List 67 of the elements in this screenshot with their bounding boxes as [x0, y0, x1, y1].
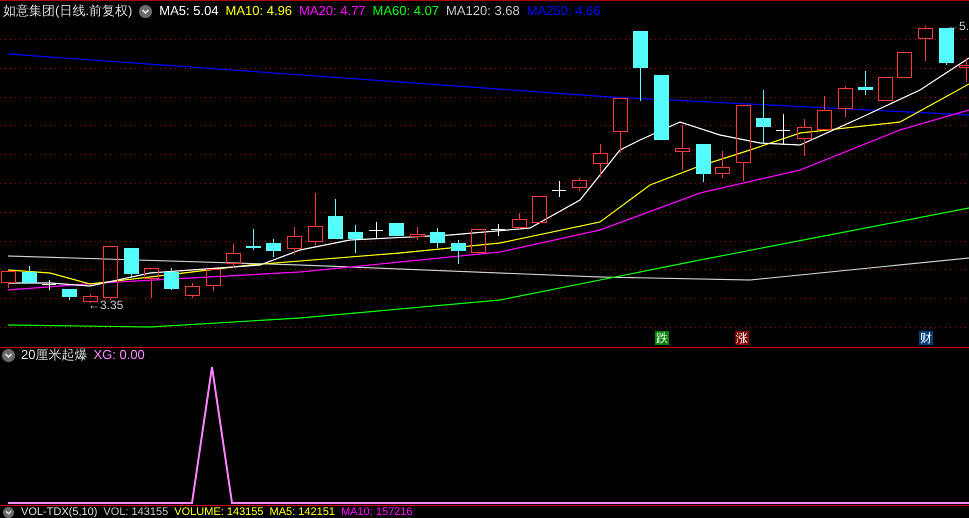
candlestick — [897, 52, 912, 78]
indicator-value: MA120: 3.68 — [446, 2, 520, 20]
candlestick — [878, 77, 893, 101]
candlestick — [490, 224, 506, 236]
candlestick — [328, 198, 343, 239]
candlestick — [451, 240, 466, 264]
candlestick — [430, 228, 445, 248]
candlestick — [266, 238, 281, 258]
dropdown-icon[interactable] — [139, 4, 152, 18]
candlestick — [368, 222, 384, 238]
dropdown-icon[interactable] — [2, 506, 15, 518]
candlestick — [389, 223, 404, 236]
candlestick — [532, 196, 547, 224]
candlestick — [287, 226, 302, 254]
candlestick — [696, 144, 711, 182]
signal-marker: 跌 — [655, 331, 669, 345]
indicator-value: MA5: 5.04 — [159, 2, 219, 20]
candlestick — [797, 118, 812, 156]
candlestick — [164, 268, 179, 290]
indicator-value: VOL: 143155 — [103, 506, 168, 518]
candlestick — [410, 226, 425, 240]
candlestick — [1, 271, 16, 288]
signal-marker: 财 — [919, 331, 933, 345]
candlestick — [593, 144, 608, 178]
candlestick — [776, 114, 790, 146]
candlestick — [103, 246, 118, 300]
low-price-label: ←3.35 — [88, 298, 124, 312]
candlestick — [144, 268, 159, 298]
indicator-value: MA250: 4.66 — [526, 2, 600, 20]
candlestick — [42, 280, 56, 290]
candlestick — [633, 31, 648, 102]
candlestick — [858, 70, 873, 96]
candlestick — [308, 192, 323, 246]
indicator-value: VOLUME: 143155 — [174, 506, 264, 518]
candlestick — [838, 86, 853, 118]
indicator-value: MA10: 157216 — [340, 506, 413, 518]
candlestick — [348, 224, 363, 254]
candlestick — [654, 75, 669, 140]
indicator-value: MA60: 4.07 — [372, 2, 440, 20]
candlestick — [675, 124, 690, 170]
candlestick — [22, 266, 37, 283]
candlestick — [124, 248, 139, 278]
indicator-value: XG: 0.00 — [93, 347, 145, 363]
candlestick — [918, 26, 933, 62]
high-price-label: ←5. — [946, 19, 969, 33]
candlestick — [756, 90, 771, 144]
candlestick — [959, 58, 969, 82]
candlestick — [471, 229, 486, 254]
candlestick — [552, 180, 566, 198]
candlestick — [246, 228, 261, 250]
dropdown-icon[interactable] — [2, 348, 15, 362]
candlestick — [226, 244, 241, 268]
candlestick — [817, 96, 832, 130]
indicator-name: VOL-TDX(5,10) — [21, 506, 98, 518]
candlestick — [185, 282, 200, 298]
indicator-value: MA10: 4.96 — [226, 2, 292, 20]
candlestick — [512, 212, 527, 230]
indicator-value: MA5: 142151 — [270, 506, 335, 518]
candlestick — [62, 289, 77, 300]
candlestick — [613, 98, 628, 154]
indicator-name: 20厘米起爆 — [21, 347, 88, 363]
chart-title: 如意集团(日线.前复权) — [3, 2, 132, 20]
candlestick — [715, 150, 730, 178]
indicator-value: MA20: 4.77 — [299, 2, 366, 20]
signal-marker: 涨 — [735, 331, 749, 345]
candlestick — [572, 178, 587, 192]
candlestick — [206, 269, 221, 292]
